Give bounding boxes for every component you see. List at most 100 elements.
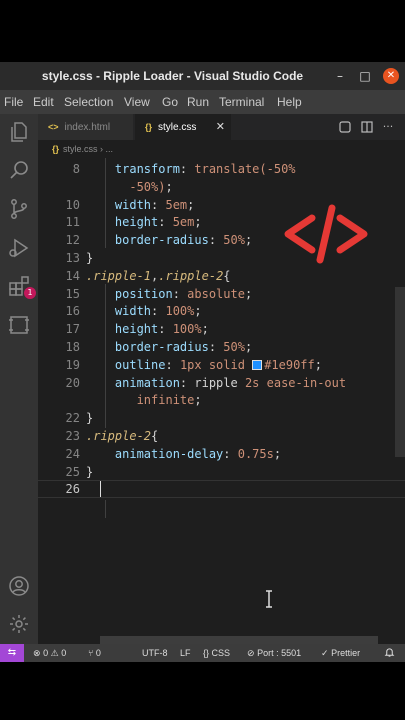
live-server-port[interactable]: ⊘ Port : 5501 <box>247 644 301 662</box>
vscode-window: style.css - Ripple Loader - Visual Studi… <box>0 62 405 662</box>
code-token: ; <box>273 447 282 461</box>
code-text: -50%); <box>86 178 173 196</box>
code-token: ; <box>194 393 202 407</box>
problems-indicator[interactable]: ⊗ 0 ⚠ 0 <box>33 644 66 662</box>
code-token: 0.75s <box>237 447 274 461</box>
line-number: 26 <box>65 482 80 496</box>
menu-selection[interactable]: Selection <box>64 90 113 114</box>
language-selector[interactable]: {} CSS <box>203 644 230 662</box>
line-number: 20 <box>65 376 80 390</box>
code-token: width <box>86 304 152 318</box>
code-token: ; <box>244 233 253 247</box>
code-token: height <box>86 215 159 229</box>
line-number: 16 <box>65 304 80 318</box>
code-line: 22} <box>38 409 405 427</box>
encoding-selector[interactable]: UTF-8 <box>142 644 168 662</box>
tab-index-html[interactable]: <> index.html <box>38 114 133 140</box>
code-token: { <box>151 429 159 443</box>
code-token: translate(-50% <box>194 162 296 176</box>
tab-label: style.css <box>158 122 197 133</box>
css-file-icon: {} <box>52 144 60 154</box>
html-file-icon: <> <box>48 122 59 132</box>
accounts-icon[interactable] <box>7 574 31 598</box>
remote-indicator[interactable]: ⇆ <box>0 644 24 662</box>
close-tab-icon[interactable]: ✕ <box>216 114 225 140</box>
menu-edit[interactable]: Edit <box>33 90 54 114</box>
code-token: : <box>208 340 224 354</box>
warning-icon: ⚠ <box>50 648 59 658</box>
code-text: animation-delay: 0.75s; <box>86 445 281 463</box>
code-text: } <box>86 249 93 267</box>
eol-selector[interactable]: LF <box>180 644 191 662</box>
code-token: : <box>165 358 180 372</box>
line-number: 12 <box>65 233 80 247</box>
code-token: : <box>179 376 195 390</box>
remote-explorer-icon[interactable] <box>7 313 31 337</box>
code-token: 2s ease-in-out <box>244 376 347 390</box>
code-text: } <box>86 463 93 481</box>
source-control-icon[interactable] <box>7 197 31 221</box>
code-token: animation-delay <box>86 447 224 461</box>
menu-file[interactable]: File <box>4 90 23 114</box>
horizontal-scrollbar[interactable] <box>100 636 378 644</box>
code-token: 100% <box>165 304 195 318</box>
menu-help[interactable]: Help <box>277 90 302 114</box>
close-window-button[interactable]: ✕ <box>383 68 399 84</box>
code-line: 8 transform: translate(-50% <box>38 160 405 178</box>
code-text: width: 100%; <box>86 302 202 320</box>
split-editor-icon[interactable] <box>360 120 374 134</box>
port-label: Port : 5501 <box>257 648 302 658</box>
code-token: transform <box>86 162 180 176</box>
code-line: 14 .ripple-1,.ripple-2{ <box>38 267 405 285</box>
line-number: 22 <box>65 411 80 425</box>
vertical-scrollbar[interactable] <box>395 287 405 457</box>
code-line: 20 animation: ripple 2s ease-in-out <box>38 374 405 392</box>
prettier-indicator[interactable]: ✓ Prettier <box>321 644 360 662</box>
code-token: infinite <box>86 393 195 407</box>
menu-go[interactable]: Go <box>162 90 178 114</box>
no-entry-icon: ⊘ <box>247 648 255 658</box>
code-line: 15 position: absolute; <box>38 285 405 303</box>
breadcrumb: {} style.css › ... <box>38 140 405 158</box>
code-token: ripple <box>194 376 245 390</box>
indent-guide <box>105 500 106 518</box>
settings-gear-icon[interactable] <box>7 612 31 636</box>
search-icon[interactable] <box>7 158 31 182</box>
line-number: 23 <box>65 429 80 443</box>
menu-run[interactable]: Run <box>187 90 209 114</box>
menu-terminal[interactable]: Terminal <box>219 90 264 114</box>
code-token: ; <box>165 180 173 194</box>
code-token: .ripple-1 <box>86 269 152 283</box>
minimize-button[interactable]: – <box>332 68 348 84</box>
maximize-button[interactable]: □ <box>357 68 373 84</box>
run-debug-icon[interactable] <box>7 236 31 260</box>
explorer-icon[interactable] <box>7 120 31 144</box>
notifications-bell-icon[interactable] <box>384 644 395 662</box>
code-token: position <box>86 287 173 301</box>
more-actions-icon[interactable]: ··· <box>381 120 395 134</box>
ports-indicator[interactable]: ⑂ 0 <box>88 644 101 662</box>
code-text: .ripple-1,.ripple-2{ <box>86 267 231 285</box>
code-line: 16 width: 100%; <box>38 302 405 320</box>
code-text: position: absolute; <box>86 285 252 303</box>
language-label: CSS <box>211 648 231 658</box>
code-line: 25} <box>38 463 405 481</box>
code-token: width <box>86 198 152 212</box>
extensions-icon[interactable]: 1 <box>7 274 36 299</box>
code-token: } <box>86 251 94 265</box>
code-token: : <box>223 447 238 461</box>
code-line: 18 border-radius: 50%; <box>38 338 405 356</box>
menu-view[interactable]: View <box>124 90 150 114</box>
code-token: 50% <box>223 233 245 247</box>
tab-style-css[interactable]: {} style.css ✕ <box>135 114 231 140</box>
code-token: ; <box>201 322 209 336</box>
color-swatch[interactable] <box>252 360 263 370</box>
code-token: 50% <box>223 340 245 354</box>
code-logo-icon <box>284 204 368 264</box>
code-token: ; <box>187 198 195 212</box>
code-line: 19 outline: 1px solid #1e90ff; <box>38 356 405 374</box>
breadcrumb-file[interactable]: style.css <box>63 144 98 154</box>
code-text: animation: ripple 2s ease-in-out <box>86 374 346 392</box>
open-preview-icon[interactable] <box>338 120 352 134</box>
tab-label: index.html <box>64 122 111 133</box>
